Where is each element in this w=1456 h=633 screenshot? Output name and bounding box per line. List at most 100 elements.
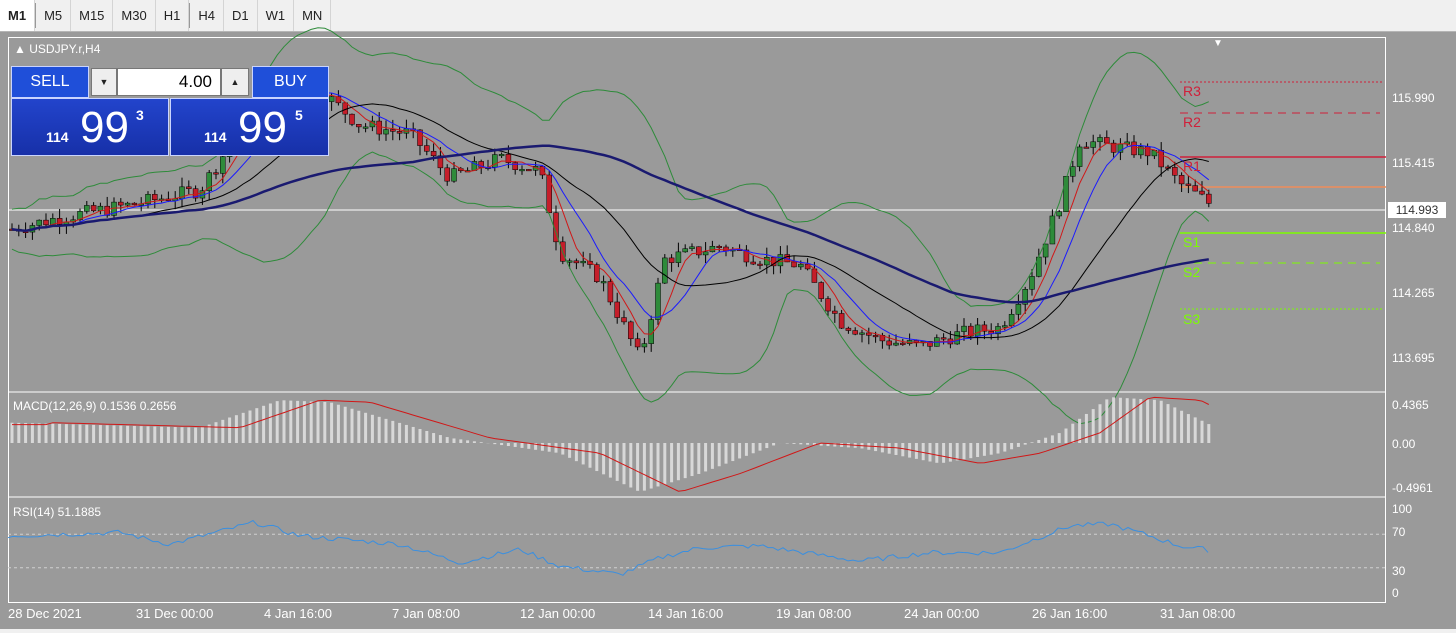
candle-body <box>444 167 450 182</box>
candle-body <box>43 219 49 226</box>
sell-price-fraction: 3 <box>136 107 144 123</box>
one-click-trading-panel: SELL ▼ 4.00 ▲ BUY 114 99 3 114 99 5 <box>11 66 329 156</box>
level-s2: S2 <box>1183 264 1201 280</box>
candle-body <box>152 194 158 200</box>
candle-body <box>573 260 580 264</box>
candle-body <box>1076 146 1083 167</box>
level-r3: R3 <box>1183 83 1201 99</box>
level-s1: S1 <box>1183 234 1201 250</box>
candle-body <box>1185 183 1192 186</box>
price-tick: 115.415 <box>1392 156 1435 170</box>
candle-body <box>852 330 858 335</box>
candle-body <box>689 246 695 249</box>
lot-size-input[interactable]: 4.00 <box>117 68 221 96</box>
candle-body <box>798 263 804 268</box>
buy-price-pips: 99 <box>238 103 287 152</box>
buy-price-big: 114 <box>204 129 227 145</box>
candle-body <box>356 124 362 128</box>
candle-body <box>1178 175 1185 185</box>
candle-body <box>1097 137 1103 143</box>
candle-body <box>662 257 668 284</box>
candle-body <box>954 331 960 345</box>
macd-tick: -0.4961 <box>1392 481 1433 495</box>
sell-button[interactable]: SELL <box>11 66 89 98</box>
candle-body <box>90 205 97 212</box>
rsi-tick: 100 <box>1392 502 1413 516</box>
candle-body <box>124 202 131 206</box>
candle-body <box>213 172 219 175</box>
symbol-label: USDJPY.r,H4 <box>29 42 101 56</box>
collapse-icon[interactable]: ▲ <box>14 42 26 56</box>
candle-body <box>220 156 226 174</box>
candle-body <box>1029 276 1035 290</box>
candle-body <box>961 325 967 332</box>
candle-body <box>750 261 756 265</box>
candle-body <box>702 251 709 256</box>
chart-shift-marker-icon[interactable]: ▼ <box>1213 38 1223 49</box>
price-scale[interactable] <box>1386 37 1456 603</box>
candle-body <box>900 342 906 345</box>
candle-body <box>668 257 675 263</box>
macd-tick: 0.00 <box>1392 437 1416 451</box>
sell-quote[interactable]: 114 99 3 <box>11 98 169 156</box>
price-tick: 114.265 <box>1392 286 1435 300</box>
candle-body <box>764 257 770 266</box>
candle-body <box>1063 176 1069 212</box>
rsi-line <box>7 519 1209 576</box>
candle-body <box>621 317 627 323</box>
candle-body <box>859 332 865 335</box>
candle-body <box>349 113 355 125</box>
candle-body <box>186 186 192 189</box>
candle-body <box>396 131 403 134</box>
candle-body <box>1083 146 1090 149</box>
lot-decrease-button[interactable]: ▼ <box>91 68 117 96</box>
candle-body <box>696 246 702 256</box>
candle-body <box>791 261 797 268</box>
candle-body <box>390 129 396 132</box>
candle-body <box>1144 146 1151 157</box>
candle-body <box>1199 190 1205 195</box>
candle-body <box>430 151 437 157</box>
candle-body <box>512 162 518 170</box>
candle-body <box>641 343 648 348</box>
candle-body <box>1002 325 1008 328</box>
candle-body <box>424 145 430 152</box>
candle-body <box>757 263 763 266</box>
candle-body <box>84 205 90 212</box>
candle-body <box>1131 141 1137 156</box>
price-tick: 113.695 <box>1392 351 1435 365</box>
date-tick: 31 Dec 00:00 <box>136 606 214 621</box>
candle-body <box>1206 193 1212 204</box>
candle-body <box>580 260 586 264</box>
candle-body <box>675 251 682 263</box>
candle-body <box>940 337 947 340</box>
candle-body <box>383 129 389 135</box>
candle-body <box>546 174 552 214</box>
candle-body <box>832 310 838 314</box>
candle-body <box>607 281 614 303</box>
date-tick: 4 Jan 16:00 <box>264 606 332 621</box>
level-r2: R2 <box>1183 114 1201 130</box>
candle-body <box>600 281 607 284</box>
buy-button[interactable]: BUY <box>252 66 329 98</box>
candle-body <box>118 201 124 206</box>
candle-body <box>1172 167 1178 176</box>
rsi-label: RSI(14) 51.1885 <box>13 505 102 519</box>
candle-body <box>886 340 892 346</box>
candle-body <box>526 169 532 172</box>
candle-body <box>716 246 722 249</box>
buy-quote[interactable]: 114 99 5 <box>170 98 329 156</box>
rsi-tick: 30 <box>1392 564 1406 578</box>
date-tick: 7 Jan 08:00 <box>392 606 460 621</box>
candle-body <box>825 298 831 312</box>
candle-body <box>1158 150 1164 168</box>
bottom-tab-bar[interactable] <box>0 629 1456 633</box>
candle-body <box>1192 185 1198 192</box>
macd-tick: 0.4365 <box>1392 398 1429 412</box>
candle-body <box>866 332 872 336</box>
date-tick: 24 Jan 00:00 <box>904 606 980 621</box>
candle-body <box>628 321 634 340</box>
date-tick: 14 Jan 16:00 <box>648 606 724 621</box>
chart-symbol-title: ▲ USDJPY.r,H4 <box>14 42 100 56</box>
lot-increase-button[interactable]: ▲ <box>221 68 249 96</box>
